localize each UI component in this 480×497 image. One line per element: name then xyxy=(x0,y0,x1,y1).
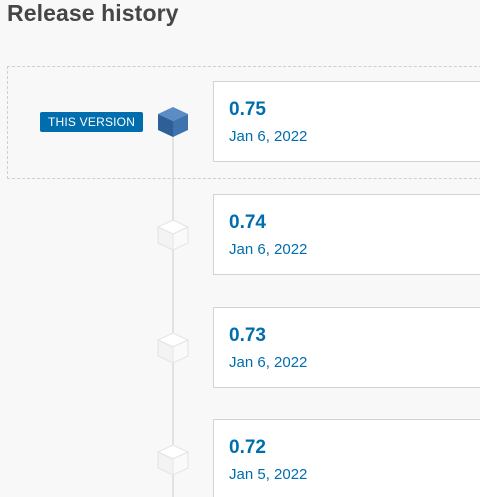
release-date: Jan 6, 2022 xyxy=(229,354,308,371)
release-history-page: Release history THIS VERSION 0.75 Jan 6,… xyxy=(0,0,480,497)
release-version: 0.73 xyxy=(229,325,266,346)
release-version: 0.75 xyxy=(229,99,266,120)
release-version: 0.72 xyxy=(229,437,266,458)
release-date: Jan 6, 2022 xyxy=(229,241,308,258)
this-version-badge: THIS VERSION xyxy=(40,112,144,132)
package-icon xyxy=(156,105,190,139)
release-date: Jan 6, 2022 xyxy=(229,128,308,145)
release-card-0-75[interactable]: 0.75 Jan 6, 2022 xyxy=(213,81,480,162)
package-icon xyxy=(156,443,190,477)
package-icon xyxy=(156,218,190,252)
package-icon xyxy=(156,331,190,365)
release-card-0-74[interactable]: 0.74 Jan 6, 2022 xyxy=(213,194,480,275)
release-card-0-73[interactable]: 0.73 Jan 6, 2022 xyxy=(213,307,480,388)
release-date: Jan 5, 2022 xyxy=(229,466,308,483)
release-version: 0.74 xyxy=(229,212,266,233)
release-card-0-72[interactable]: 0.72 Jan 5, 2022 xyxy=(213,419,480,497)
page-title: Release history xyxy=(7,0,179,26)
